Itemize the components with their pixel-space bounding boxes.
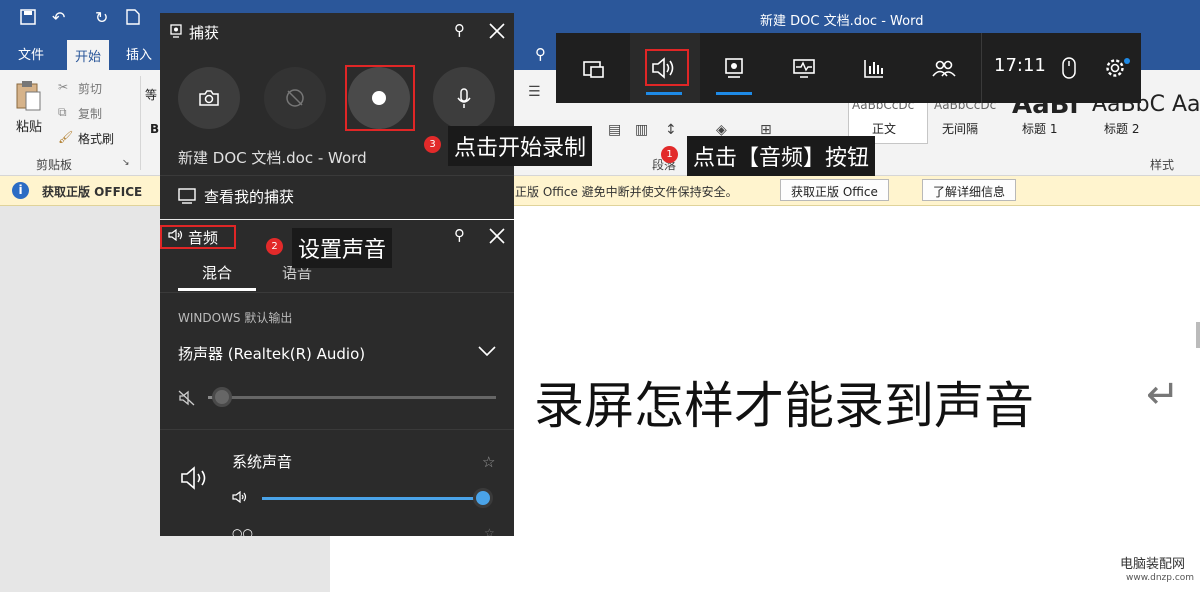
gamebar-clock: 17:11 [994,55,1046,76]
next-app-icon: ○○ [232,526,253,536]
bold-icon[interactable]: B [150,122,159,136]
undo-icon[interactable]: ↶ [52,8,65,27]
clipboard-group-label: 剪贴板 [36,158,73,172]
microphone-button[interactable] [433,67,495,129]
capture-close-icon[interactable] [489,23,505,39]
highlight-audio-title [160,225,236,249]
tab-mix-indicator [178,288,256,291]
audio-tab-divider [160,292,514,293]
app-volume-slider[interactable] [262,488,493,508]
capture-widget: 捕获 ⚲ 新建 DOC 文档.doc - Word 查看我的捕获 [160,13,514,219]
style-preview-more: Aa [1172,92,1200,117]
next-star-icon[interactable]: ☆ [484,526,495,536]
gallery-icon [178,188,196,204]
audio-active-indicator [646,92,682,95]
favorite-star-icon[interactable]: ☆ [482,453,495,471]
master-volume-slider[interactable] [208,387,496,407]
style-heading1[interactable]: 标题 1 [1022,120,1057,137]
copy-icon: ⧉ [58,105,67,119]
watermark-url: www.dnzp.com [1126,573,1195,583]
learn-more-button[interactable]: 了解详细信息 [922,179,1017,201]
styles-group-label: 样式 [1150,158,1175,172]
step-2-callout: 设置声音 [292,228,393,268]
window-title: 新建 DOC 文档.doc - Word [760,14,924,29]
audio-close-icon[interactable] [489,228,505,244]
widget-menu-icon[interactable] [564,33,624,103]
info-icon: i [12,182,29,199]
capture-divider [160,175,514,176]
app-volume-fill [262,497,483,500]
distribute-icon[interactable]: ▤ [608,122,621,138]
document-text: 录屏怎样才能录到声音 [534,377,1034,435]
capture-window-name: 新建 DOC 文档.doc - Word [178,149,367,167]
xbox-game-bar: 17:11 [556,33,1141,103]
output-device-select[interactable]: 扬声器 (Realtek(R) Audio) [178,343,365,364]
mute-icon[interactable] [178,390,196,406]
columns-icon[interactable]: ▥ [635,122,648,138]
step-2-badge: 2 [266,238,283,255]
step-1-callout: 点击【音频】按钮 [687,136,876,176]
performance-widget-button[interactable] [774,33,834,103]
highlight-audio-button [645,49,689,86]
screenshot-button[interactable] [178,67,240,129]
record-last-button[interactable] [264,67,326,129]
gamebar-divider [981,33,982,103]
step-3-badge: 3 [424,136,441,153]
info-message: 正版 Office 避免中断并使文件保持安全。 [515,185,738,199]
line-spacing-icon[interactable]: ↕ [665,122,677,138]
capture-title: 捕获 [189,24,220,42]
group-divider [140,76,141,170]
copy-label[interactable]: 复制 [78,105,102,122]
tab-home[interactable]: 开始 [67,40,110,70]
get-office-button[interactable]: 获取正版 Office [780,179,889,201]
style-no-spacing[interactable]: 无间隔 [942,120,978,137]
tab-mix[interactable]: 混合 [202,262,232,283]
settings-gear-icon[interactable] [1086,33,1144,103]
format-painter-icon: 🖌 [58,130,74,144]
paste-label[interactable]: 粘贴 [16,116,42,135]
clipboard-launcher-icon[interactable]: ↘ [122,158,130,168]
step-3-callout: 点击开始录制 [448,126,593,166]
capture-pin-icon[interactable]: ⚲ [454,21,465,39]
ruler-marker [1196,322,1200,348]
capture-title-icon [170,24,182,38]
info-label: 获取正版 OFFICE [42,185,143,199]
notification-dot [1124,58,1130,64]
new-doc-icon[interactable] [126,9,140,25]
view-captures-link[interactable]: 查看我的捕获 [204,186,294,207]
app-volume-icon[interactable] [232,491,248,503]
capture-widget-button[interactable] [704,33,764,103]
app-volume-thumb[interactable] [473,488,493,508]
watermark-text: 电脑装配网 [1120,557,1186,572]
style-heading2[interactable]: 标题 2 [1104,120,1139,137]
tab-insert[interactable]: 插入 [126,44,152,63]
chevron-down-icon[interactable] [478,346,496,356]
system-sounds-icon [180,466,210,490]
highlight-record-button [345,65,415,131]
step-1-badge: 1 [661,146,678,163]
audio-section-divider [160,429,514,430]
default-output-heading: WINDOWS 默认输出 [178,311,293,325]
font-box[interactable]: 等 [145,86,157,103]
app-name: 系统声音 [232,453,293,471]
resources-widget-button[interactable] [844,33,904,103]
cut-label[interactable]: 剪切 [78,80,102,97]
paste-icon[interactable] [14,80,42,112]
audio-pin-icon[interactable]: ⚲ [454,226,465,244]
format-painter-label[interactable]: 格式刷 [78,130,114,147]
style-normal-label: 正文 [872,122,897,136]
save-icon[interactable] [20,9,36,25]
cut-icon: ✂ [58,80,69,94]
bullets-icon[interactable]: ☰ [528,84,541,100]
capture-active-indicator [716,92,752,95]
social-widget-button[interactable] [914,33,974,103]
tell-me-icon[interactable]: ⚲ [535,45,546,63]
paragraph-mark-icon: ↵ [1146,372,1180,418]
redo-icon[interactable]: ↻ [95,8,108,27]
master-volume-thumb[interactable] [212,387,232,407]
tab-file[interactable]: 文件 [18,44,44,63]
